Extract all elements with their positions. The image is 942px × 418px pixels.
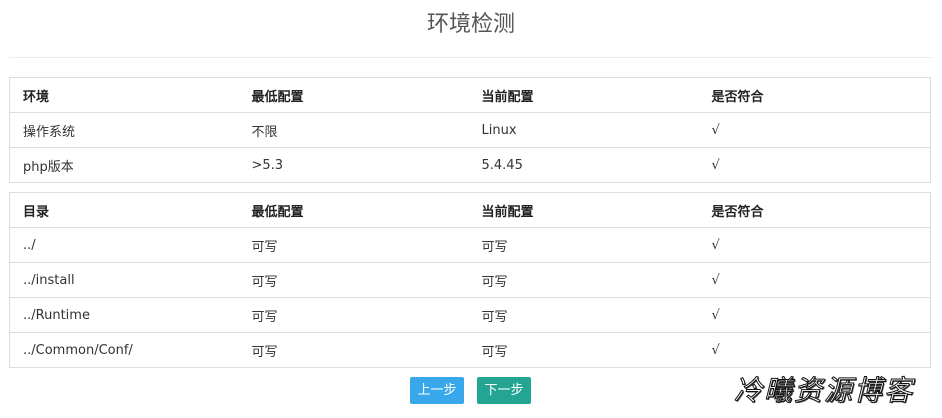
cell-directory: ../Runtime bbox=[9, 297, 239, 333]
cell-min-config: 可写 bbox=[238, 227, 469, 263]
column-header-compliant: 是否符合 bbox=[711, 204, 764, 220]
table-row: ../Common/Conf/ 可写 可写 √ bbox=[9, 332, 931, 368]
cell-status: √ bbox=[698, 297, 931, 333]
cell-min-config: 可写 bbox=[238, 262, 469, 298]
cell-directory: ../install bbox=[9, 262, 239, 298]
title-divider bbox=[9, 57, 933, 58]
table-header-row: 环境 最低配置 当前配置 是否符合 bbox=[10, 78, 931, 113]
table-row: ../ 可写 可写 √ bbox=[9, 227, 931, 263]
cell-current-config: 可写 bbox=[468, 332, 699, 368]
column-header-environment: 环境 bbox=[23, 89, 50, 105]
page-title: 环境检测 bbox=[426, 12, 515, 37]
cell-directory: ../Common/Conf/ bbox=[9, 332, 239, 368]
cell-min-config: >5.3 bbox=[238, 147, 469, 183]
previous-step-button[interactable]: 上一步 bbox=[410, 377, 464, 404]
cell-current-config: 可写 bbox=[468, 262, 699, 298]
table-row: php版本 >5.3 5.4.45 √ bbox=[9, 147, 931, 183]
cell-status: √ bbox=[698, 332, 931, 368]
table-row: 操作系统 不限 Linux √ bbox=[9, 112, 931, 148]
table-row: ../Runtime 可写 可写 √ bbox=[9, 297, 931, 333]
cell-min-config: 不限 bbox=[238, 112, 469, 148]
cell-min-config: 可写 bbox=[238, 297, 469, 333]
cell-current-config: Linux bbox=[468, 112, 699, 148]
cell-current-config: 可写 bbox=[468, 227, 699, 263]
cell-status: √ bbox=[698, 262, 931, 298]
cell-status: √ bbox=[698, 147, 931, 183]
column-header-directory: 目录 bbox=[23, 204, 50, 220]
column-header-min-config: 最低配置 bbox=[251, 89, 304, 105]
cell-min-config: 可写 bbox=[238, 332, 469, 368]
column-header-current-config: 当前配置 bbox=[481, 204, 534, 220]
column-header-compliant: 是否符合 bbox=[711, 89, 764, 105]
column-header-min-config: 最低配置 bbox=[251, 204, 304, 220]
cell-directory: ../ bbox=[9, 227, 239, 263]
table-row: ../install 可写 可写 √ bbox=[9, 262, 931, 298]
cell-item: 操作系统 bbox=[9, 112, 239, 148]
install-page: 环境检测 环境 最低配置 当前配置 是否符合 操作系统 不限 Linux √ p… bbox=[0, 0, 942, 418]
environment-check-table: 环境 最低配置 当前配置 是否符合 操作系统 不限 Linux √ php版本 … bbox=[9, 77, 931, 183]
column-header-current-config: 当前配置 bbox=[481, 89, 534, 105]
cell-current-config: 5.4.45 bbox=[468, 147, 699, 183]
cell-status: √ bbox=[698, 112, 931, 148]
cell-current-config: 可写 bbox=[468, 297, 699, 333]
directory-check-table: 目录 最低配置 当前配置 是否符合 ../ 可写 可写 √ ../install… bbox=[9, 192, 931, 368]
table-header-row: 目录 最低配置 当前配置 是否符合 bbox=[10, 193, 931, 228]
watermark: 冷曦资源博客 bbox=[733, 374, 915, 408]
cell-item: php版本 bbox=[9, 147, 239, 183]
cell-status: √ bbox=[698, 227, 931, 263]
next-step-button[interactable]: 下一步 bbox=[477, 377, 531, 404]
